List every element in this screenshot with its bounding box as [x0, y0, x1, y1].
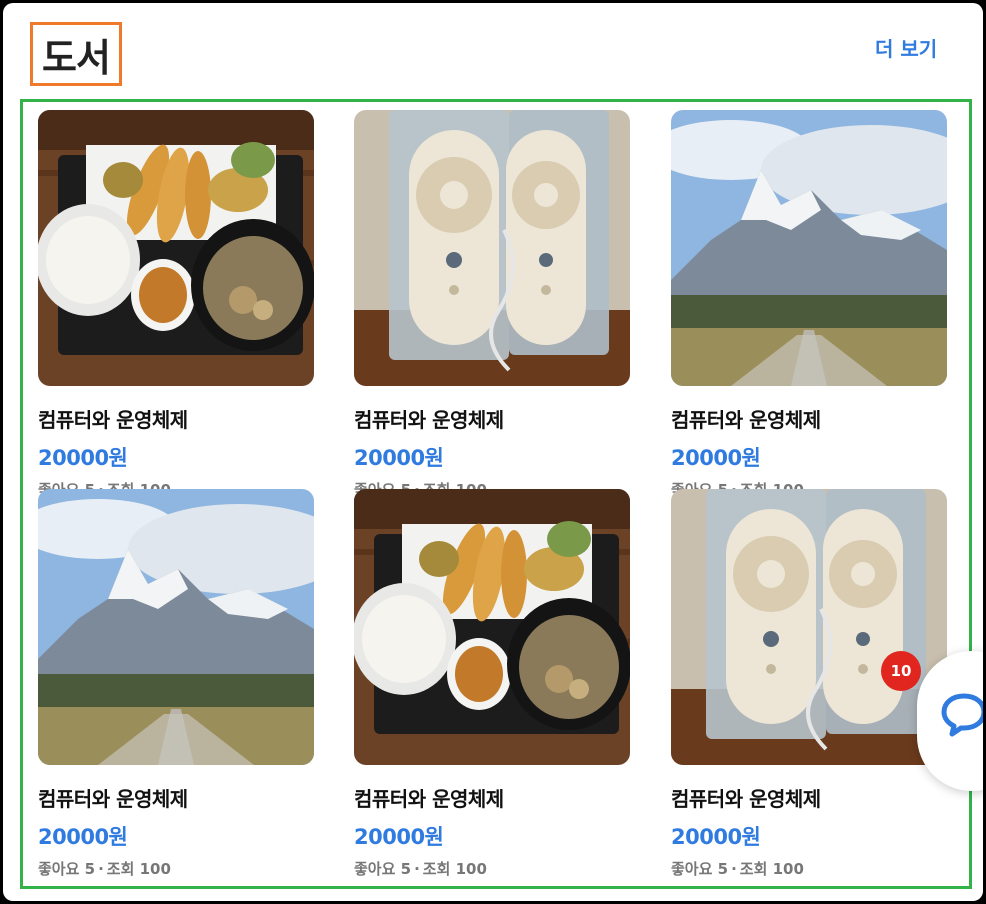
handheld-fan-pack-image [671, 489, 947, 765]
product-name[interactable]: 컴퓨터와 운영체제 [38, 783, 314, 812]
view-count: 조회 100 [106, 860, 171, 878]
product-stats: 좋아요 5·조회 100 [671, 858, 947, 879]
product-price: 20000원 [354, 825, 444, 849]
product-name[interactable]: 컴퓨터와 운영체제 [38, 404, 314, 433]
product-card[interactable]: 컴퓨터와 운영체제 20000원 좋아요 5·조회 100 [38, 110, 314, 500]
product-price: 20000원 [354, 446, 444, 470]
like-count: 좋아요 5 [38, 860, 96, 878]
mountain-road-image [671, 110, 947, 386]
product-thumbnail[interactable] [354, 489, 630, 765]
product-name[interactable]: 컴퓨터와 운영체제 [671, 404, 947, 433]
product-name[interactable]: 컴퓨터와 운영체제 [354, 783, 630, 812]
tempura-meal-image [354, 489, 630, 765]
product-name[interactable]: 컴퓨터와 운영체제 [671, 783, 947, 812]
product-price: 20000원 [38, 825, 128, 849]
chat-bubble-icon [941, 693, 983, 737]
handheld-fan-pack-image [354, 110, 630, 386]
mountain-road-image [38, 489, 314, 765]
product-stats: 좋아요 5·조회 100 [354, 858, 630, 879]
product-stats: 좋아요 5·조회 100 [38, 858, 314, 879]
meta-separator: · [98, 860, 104, 878]
product-thumbnail[interactable] [354, 110, 630, 386]
product-card[interactable]: 컴퓨터와 운영체제 20000원 좋아요 5·조회 100 [671, 110, 947, 500]
like-count: 좋아요 5 [354, 860, 412, 878]
like-count: 좋아요 5 [671, 860, 729, 878]
meta-separator: · [414, 860, 420, 878]
product-section: 도서 더 보기 컴퓨터와 운영체제 20000원 컴퓨터와 운영체제 20000… [3, 3, 983, 901]
product-price: 20000원 [671, 446, 761, 470]
product-grid: 컴퓨터와 운영체제 20000원 좋아요 5·조회 100 [20, 99, 972, 889]
view-count: 조회 100 [422, 860, 487, 878]
product-thumbnail[interactable] [38, 110, 314, 386]
product-thumbnail[interactable] [671, 110, 947, 386]
product-card[interactable]: 컴퓨터와 운영체제 20000원 좋아요 5·조회 100 [354, 489, 630, 879]
tempura-meal-image [38, 110, 314, 386]
product-name[interactable]: 컴퓨터와 운영체제 [354, 404, 630, 433]
product-thumbnail[interactable]: 10 [671, 489, 947, 765]
product-price: 20000원 [671, 825, 761, 849]
view-count: 조회 100 [739, 860, 804, 878]
section-title: 도서 [42, 35, 111, 80]
meta-separator: · [731, 860, 737, 878]
product-thumbnail[interactable] [38, 489, 314, 765]
product-card[interactable]: 컴퓨터와 운영체제 20000원 좋아요 5·조회 100 [354, 110, 630, 500]
product-price: 20000원 [38, 446, 128, 470]
notification-badge: 10 [881, 651, 921, 691]
more-link[interactable]: 더 보기 [875, 33, 937, 62]
product-card[interactable]: 10 컴퓨터와 운영체제 20000원 좋아요 5 · 조회 100 [671, 489, 947, 879]
section-title-box: 도서 [30, 22, 122, 86]
product-card[interactable]: 컴퓨터와 운영체제 20000원 좋아요 5·조회 100 [38, 489, 314, 879]
